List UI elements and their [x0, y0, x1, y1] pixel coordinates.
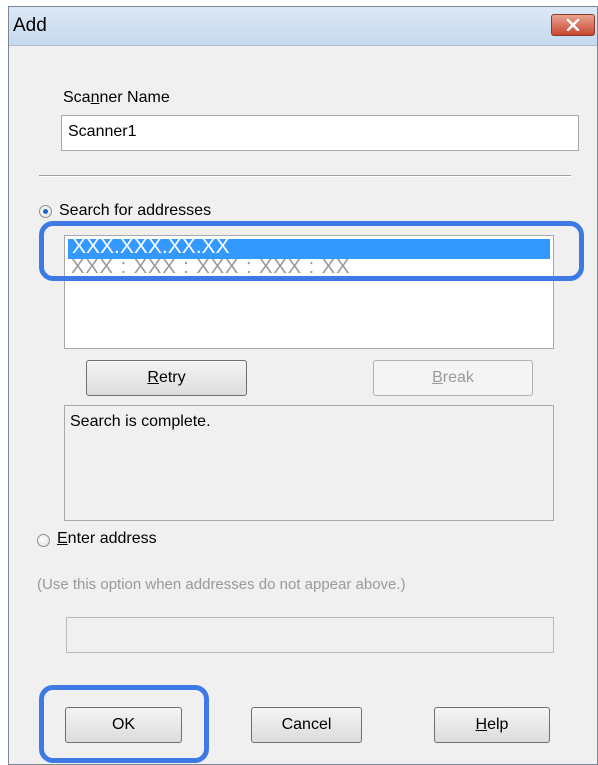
- add-dialog: Add Scanner Name Scanner1 Search for add…: [8, 6, 598, 765]
- radio-selected-icon: [43, 209, 48, 214]
- retry-button[interactable]: Retry: [86, 360, 247, 396]
- window-title: Add: [13, 15, 47, 36]
- separator: [39, 175, 571, 177]
- search-addresses-label[interactable]: Search for addresses: [59, 202, 211, 220]
- scanner-name-value: Scanner1: [68, 123, 137, 140]
- cancel-button[interactable]: Cancel: [251, 707, 362, 743]
- result-highlight-outline: [39, 221, 584, 281]
- enter-address-label[interactable]: Enter address: [57, 530, 157, 548]
- scanner-name-input[interactable]: Scanner1: [61, 115, 579, 151]
- close-icon: [566, 19, 580, 31]
- status-box: Search is complete.: [64, 405, 554, 521]
- status-text: Search is complete.: [70, 413, 211, 430]
- title-bar[interactable]: Add: [9, 7, 597, 46]
- help-button[interactable]: Help: [434, 707, 550, 743]
- enter-address-hint: (Use this option when addresses do not a…: [37, 576, 406, 593]
- scanner-name-label: Scanner Name: [63, 89, 170, 106]
- enter-address-radio[interactable]: [37, 534, 50, 547]
- ok-highlight-outline: [39, 685, 209, 763]
- search-addresses-radio[interactable]: [39, 205, 52, 218]
- close-button[interactable]: [551, 14, 595, 36]
- address-input[interactable]: [66, 617, 554, 653]
- break-button[interactable]: Break: [373, 360, 533, 396]
